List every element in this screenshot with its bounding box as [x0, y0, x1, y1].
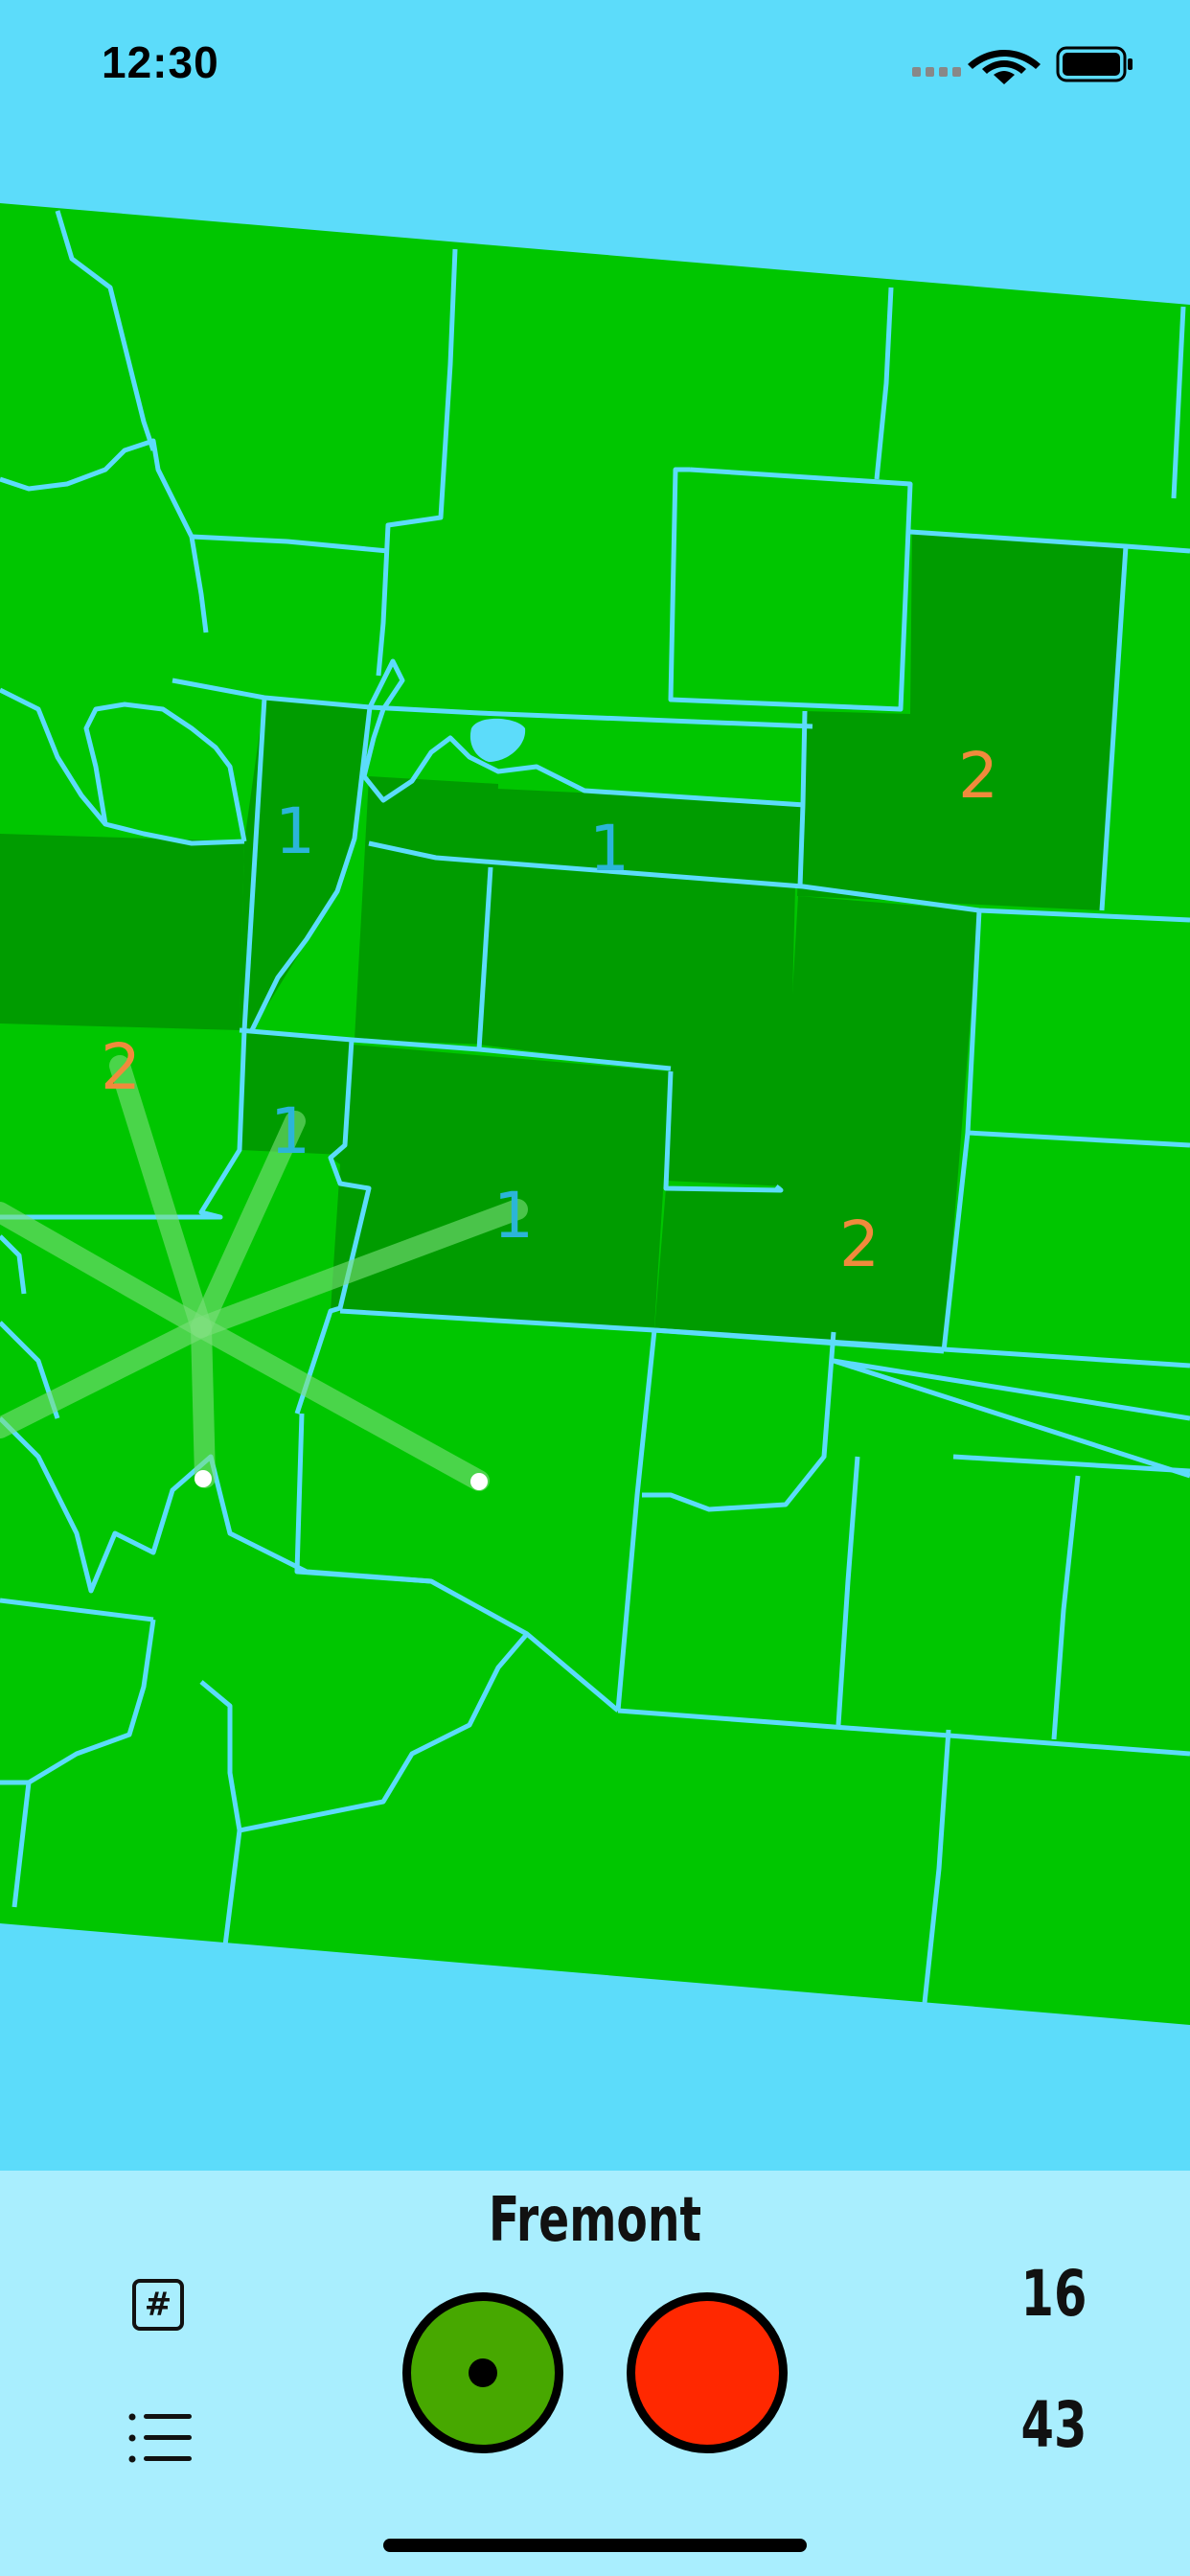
hash-button[interactable]: # — [132, 2279, 184, 2331]
district-label: 1 — [275, 794, 315, 868]
hash-icon: # — [144, 2286, 172, 2324]
district-label: 2 — [839, 1208, 880, 1281]
district-label: 1 — [270, 1094, 310, 1168]
list-icon — [128, 2413, 192, 2463]
green-button[interactable] — [402, 2292, 563, 2453]
county-name: Fremont — [488, 2185, 702, 2256]
district-label: 2 — [958, 739, 998, 813]
home-indicator[interactable] — [383, 2539, 807, 2552]
marker-dot — [470, 1473, 488, 1490]
county-map[interactable]: 1 1 2 2 1 1 2 — [0, 0, 1190, 2171]
district-label: 2 — [101, 1030, 141, 1104]
count-bottom: 43 — [1020, 2388, 1087, 2462]
district-label: 1 — [589, 812, 629, 886]
count-top: 16 — [1020, 2257, 1087, 2331]
dot-icon — [469, 2358, 497, 2387]
marker-dot — [195, 1470, 212, 1487]
list-button[interactable] — [128, 2411, 192, 2465]
red-button[interactable] — [627, 2292, 788, 2453]
district-label: 1 — [493, 1179, 534, 1253]
